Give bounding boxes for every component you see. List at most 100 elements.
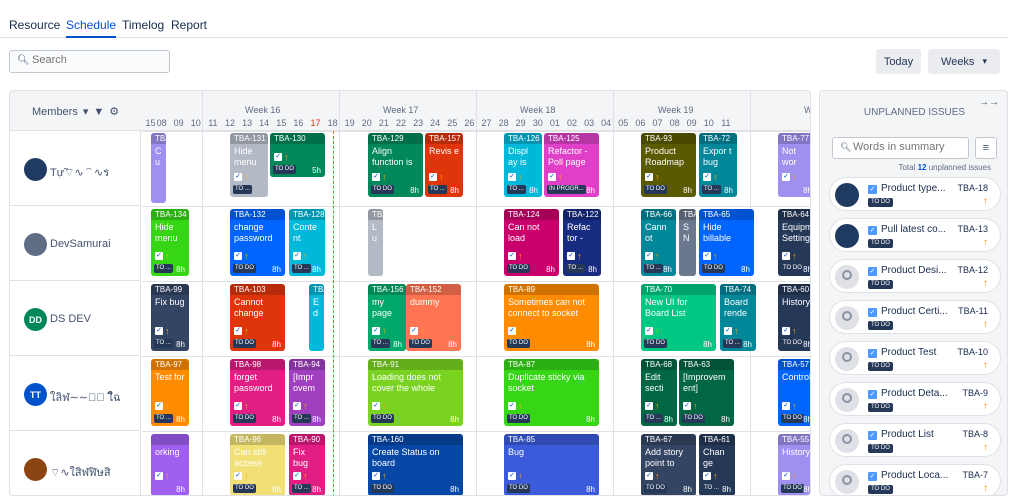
issue-card[interactable]: TBA-128Conte nt✓↑TO ...8h bbox=[289, 209, 325, 276]
issue-card[interactable]: orking✓↑8h bbox=[151, 434, 189, 496]
view-select[interactable]: Weeks▾ bbox=[928, 49, 1000, 74]
issue-card[interactable]: TBA-152dummy✓↑TO DO8h bbox=[406, 284, 461, 351]
member-name[interactable]: ⌔∿ใสิฬฬิษสิ bbox=[50, 463, 111, 481]
avatar bbox=[835, 183, 859, 207]
gear-icon[interactable]: ⚙ bbox=[109, 106, 119, 118]
unplanned-issue[interactable]: ✓Product Certi...TBA-11TO DO↑ bbox=[829, 300, 1001, 334]
issue-card[interactable]: TBA-77Not wor✓↑8h bbox=[778, 133, 811, 197]
unplanned-issue[interactable]: ✓Product Loca...TBA-7TO DO↑ bbox=[829, 464, 1001, 496]
avatar[interactable] bbox=[24, 158, 47, 181]
issue-card[interactable]: TBA-90Fix bug✓↑TO ...8h bbox=[289, 434, 325, 496]
hours-label: 8h bbox=[803, 186, 811, 195]
issue-card[interactable]: TBA-91Loading does not cover the whole✓↑… bbox=[368, 359, 463, 426]
hours-label: 8h bbox=[529, 186, 538, 195]
issue-card[interactable]: TBA-98forget password✓↑TO DO8h bbox=[230, 359, 285, 426]
issue-card[interactable]: TBA-68Edit secti✓↑TO ...8h bbox=[641, 359, 677, 426]
unplanned-issue[interactable]: ✓Product TestTBA-10TO DO↑ bbox=[829, 341, 1001, 375]
unplanned-issue[interactable]: ✓Product Deta...TBA-9TO DO↑ bbox=[829, 382, 1001, 416]
issue-card[interactable]: TBA-99Fix bug✓↑TO ...8h bbox=[151, 284, 189, 351]
unplanned-issue[interactable]: ✓Pull latest co...TBA-13TO DO↑ bbox=[829, 218, 1001, 252]
filter-lines-icon[interactable]: ≡ bbox=[975, 137, 997, 159]
members-header[interactable]: Members▾▼⚙ bbox=[32, 105, 119, 118]
unplanned-issue[interactable]: ✓Product Desi...TBA-12TO DO↑ bbox=[829, 259, 1001, 293]
issue-card[interactable]: TBA-160Create Status on board✓↑TO DO8h bbox=[368, 434, 463, 496]
search-input[interactable] bbox=[32, 54, 162, 66]
issue-card[interactable]: TBA-64Equipm Setting✓↑TO DO8h bbox=[778, 209, 811, 276]
issue-card[interactable]: TBA-122Refac tor -✓↑TO ...8h bbox=[563, 209, 601, 276]
issue-card[interactable]: TBA-134Hide menu✓↑TO ...8h bbox=[151, 209, 189, 276]
member-name[interactable]: ใลิฬ∼∼∽ิ ใีฉ bbox=[50, 388, 121, 406]
issue-card[interactable]: TBA-97Test for✓↑TO ...8h bbox=[151, 359, 189, 426]
summary-search-input[interactable] bbox=[853, 141, 963, 153]
avatar[interactable] bbox=[24, 233, 47, 256]
issue-card[interactable]: TBA-94[Impr ovem✓↑TO ...8h bbox=[289, 359, 325, 426]
tab-timelog[interactable]: Timelog bbox=[122, 18, 164, 32]
issue-card[interactable]: TBA-85Bug✓↑TO DO8h bbox=[504, 434, 599, 496]
member-name[interactable]: DS DEV bbox=[50, 313, 91, 325]
filter-icon[interactable]: ▼ bbox=[93, 106, 104, 118]
issue-card[interactable]: TBA-87Duplicate sticky via socket✓↑TO DO… bbox=[504, 359, 599, 426]
unplanned-issue[interactable]: ✓Product type...TBA-18TO DO↑ bbox=[829, 177, 1001, 211]
issue-card[interactable]: TBA-157Revis e✓↑TO ...8h bbox=[425, 133, 463, 197]
hours-label: 8h bbox=[683, 186, 692, 195]
issue-card[interactable]: TBA-130✓↑TO DO5h bbox=[270, 133, 325, 177]
avatar[interactable]: TT bbox=[24, 383, 47, 406]
issue-card[interactable]: TBA-124Can not load✓↑TO DO8h bbox=[504, 209, 559, 276]
summary-search[interactable]: 🔍︎ bbox=[832, 137, 969, 159]
issue-title: Bug bbox=[504, 445, 599, 469]
day-label: 10 bbox=[700, 118, 717, 128]
tab-schedule[interactable]: Schedule bbox=[66, 18, 116, 32]
issue-card[interactable]: TBA-67Add story point to✓↑TO DO8h bbox=[641, 434, 696, 496]
priority-arrow-icon: ↑ bbox=[792, 326, 797, 336]
issue-card[interactable]: TBA-70New UI for Board List✓↑TO DO8h bbox=[641, 284, 716, 351]
issue-card[interactable]: TBA-57Control✓↑TO DO8h bbox=[778, 359, 811, 426]
issue-card[interactable]: TBA-125Refactor - Poll page✓↑IN PROGR...… bbox=[544, 133, 599, 197]
day-label: 08 bbox=[666, 118, 683, 128]
unplanned-issue[interactable]: ✓Product ListTBA-8TO DO↑ bbox=[829, 423, 1001, 457]
member-row: DDDS DEV bbox=[10, 281, 141, 356]
issue-card[interactable]: TBA-65Hide billable✓↑TO DO8h bbox=[699, 209, 754, 276]
tab-bar: Resource Schedule Timelog Report bbox=[0, 0, 1008, 38]
day-label: 22 bbox=[393, 118, 410, 128]
issue-card[interactable]: TBA-131Hide menu✓↑TO ... bbox=[230, 133, 268, 197]
avatar[interactable]: DD bbox=[24, 308, 47, 331]
issue-card[interactable]: TBA-132change password✓↑TO DO8h bbox=[230, 209, 285, 276]
issue-title: Edit secti bbox=[641, 370, 677, 394]
checkbox-icon: ✓ bbox=[155, 252, 163, 260]
checkbox-icon: ✓ bbox=[868, 349, 877, 358]
issue-card[interactable]: TBA-103Cannot change✓↑TO DO8h bbox=[230, 284, 285, 351]
issue-card[interactable]: TBA-156my page✓↑TO ...8h bbox=[368, 284, 406, 351]
issue-card[interactable]: TBAE d bbox=[309, 284, 324, 351]
member-name[interactable]: Tự̃⌔∿⌒∿ร bbox=[50, 163, 109, 181]
issue-card[interactable]: TBA-96Can still access✓↑TO DO8h bbox=[230, 434, 285, 496]
tab-resource[interactable]: Resource bbox=[9, 18, 60, 32]
issue-title: Loading does not cover the whole bbox=[368, 370, 463, 394]
total-number: 12 bbox=[918, 163, 927, 172]
hours-label: 8h bbox=[586, 186, 595, 195]
checkbox-icon: ✓ bbox=[234, 402, 242, 410]
issue-card[interactable]: TBA-72Expor t bug✓↑TO ...8h bbox=[699, 133, 737, 197]
issue-card[interactable]: TBA-60History✓↑TO DO8h bbox=[778, 284, 811, 351]
avatar[interactable] bbox=[24, 458, 47, 481]
chevron-down-icon: ▾ bbox=[982, 56, 987, 67]
issue-card[interactable]: TBAC u bbox=[151, 133, 166, 203]
issue-card[interactable]: TBA-63[Improvem ent]✓↑TO DO8h bbox=[679, 359, 734, 426]
search-box[interactable]: 🔍︎ bbox=[9, 50, 170, 73]
issue-card[interactable]: TBA-93Product Roadmap✓↑TO DO8h bbox=[641, 133, 696, 197]
issue-card[interactable]: TBAS N bbox=[679, 209, 696, 276]
issue-card[interactable]: TBA-61Chan ge✓↑TO ...8h bbox=[699, 434, 735, 496]
issue-card[interactable]: TBA-66Cann ot✓↑TO ...8h bbox=[641, 209, 676, 276]
tab-report[interactable]: Report bbox=[171, 18, 207, 32]
today-button[interactable]: Today bbox=[876, 49, 921, 74]
issue-card[interactable]: TBA-55History✓↑TO DO8h bbox=[778, 434, 811, 496]
issue-key: TBA-9 bbox=[962, 388, 988, 398]
member-name[interactable]: DevSamurai bbox=[50, 238, 111, 250]
issue-card[interactable]: TBAL u bbox=[368, 209, 383, 276]
checkbox-icon: ✓ bbox=[782, 327, 790, 335]
user-icon bbox=[842, 311, 852, 321]
issue-card[interactable]: TBA-129Align function is✓↑TO DO8h bbox=[368, 133, 423, 197]
issue-card[interactable]: TBA-74Board rende✓↑TO ...8h bbox=[720, 284, 756, 351]
member-row: Tự̃⌔∿⌒∿ร bbox=[10, 131, 141, 206]
issue-card[interactable]: TBA-89Sometimes can not connect to socke… bbox=[504, 284, 599, 351]
issue-card[interactable]: TBA-126Displ ay is✓↑TO ...8h bbox=[504, 133, 542, 197]
